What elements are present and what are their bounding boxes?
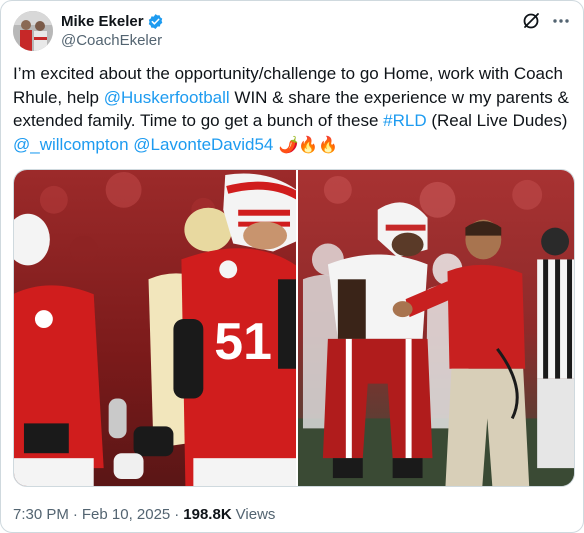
tweet-text-segment: (Real Live Dudes): [426, 111, 568, 130]
hashtag-rld[interactable]: #RLD: [383, 111, 426, 130]
verified-badge-icon: [147, 13, 164, 30]
tweet-header: Mike Ekeler @CoachEkeler: [13, 11, 571, 55]
mention-lavontedavid54[interactable]: @LavonteDavid54: [133, 135, 273, 154]
mention-huskerfootball[interactable]: @Huskerfootball: [104, 88, 230, 107]
tweet-text: I’m excited about the opportunity/challe…: [13, 62, 573, 156]
avatar[interactable]: [13, 11, 53, 51]
mention-willcompton[interactable]: @_willcompton: [13, 135, 129, 154]
tweet-time[interactable]: 7:30 PM: [13, 506, 69, 523]
left-jersey-number: 51: [214, 312, 272, 370]
header-actions: [521, 11, 571, 31]
emoji-pepper-fire: 🌶️🔥🔥: [273, 134, 339, 154]
avatar-image: [13, 11, 53, 51]
tweet-date[interactable]: Feb 10, 2025: [82, 506, 170, 523]
media-photo-left[interactable]: 51: [14, 170, 296, 486]
meta-separator: ·: [174, 506, 180, 523]
media-grid: 51: [13, 169, 575, 487]
media-photo-right[interactable]: [297, 170, 574, 486]
tweet-meta: 7:30 PM · Feb 10, 2025 · 198.8K Views: [13, 506, 275, 523]
meta-separator: ·: [72, 506, 78, 523]
author-handle[interactable]: @CoachEkeler: [61, 32, 164, 49]
more-icon[interactable]: [551, 11, 571, 31]
views-label: Views: [235, 506, 276, 523]
tweet-card[interactable]: Mike Ekeler @CoachEkeler I’m excited abo…: [0, 0, 584, 533]
coach-sideline-photo-icon: [297, 170, 574, 486]
grok-icon[interactable]: [521, 11, 541, 31]
views-count: 198.8K: [183, 506, 232, 523]
author-names: Mike Ekeler @CoachEkeler: [61, 11, 164, 50]
author-display-name[interactable]: Mike Ekeler: [61, 13, 144, 30]
football-player-photo-icon: 51: [14, 170, 296, 486]
